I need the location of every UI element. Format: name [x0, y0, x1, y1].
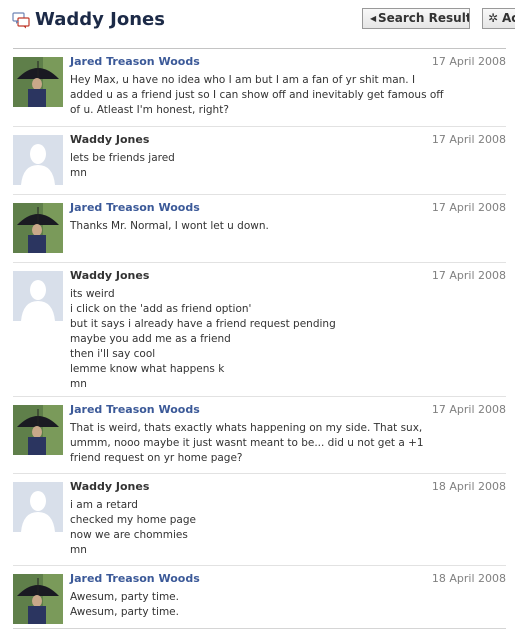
post-text-line: then i'll say cool: [70, 348, 156, 360]
post-text-line: lets be friends jared: [70, 152, 175, 164]
profile-photo-avatar[interactable]: [13, 57, 63, 107]
author-link[interactable]: Jared Treason Woods: [70, 201, 200, 214]
post-text-line: ummm, nooo maybe it just wasnt meant to …: [70, 437, 424, 449]
wall-post: Jared Treason Woods 17 April 2008 Hey Ma…: [13, 49, 506, 127]
post-body: its weird i click on the 'add as friend …: [70, 287, 430, 392]
post-text-line: Awesum, party time.: [70, 606, 179, 618]
post-text-line: That is weird, thats exactly whats happe…: [70, 422, 423, 434]
post-body: Awesum, party time. Awesum, party time.: [70, 590, 430, 620]
post-text-line: mn: [70, 544, 87, 556]
default-silhouette-avatar[interactable]: [13, 135, 63, 185]
author-link[interactable]: Jared Treason Woods: [70, 572, 200, 585]
post-text-line: Awesum, party time.: [70, 591, 179, 603]
post-text-line: mn: [70, 378, 87, 390]
wall-post: Jared Treason Woods 17 April 2008 Thanks…: [13, 195, 506, 263]
author-name: Waddy Jones: [70, 269, 150, 282]
author-name: Waddy Jones: [70, 133, 150, 146]
post-text-line: of u. Atleast I'm honest, right?: [70, 104, 229, 116]
post-text-line: Thanks Mr. Normal, I wont let u down.: [70, 220, 269, 232]
post-text-line: mn: [70, 167, 87, 179]
wall-to-wall-icon: [12, 12, 30, 29]
wall-post: Jared Treason Woods 18 April 2008 Awesum…: [13, 566, 506, 629]
post-text-line: friend request on yr home page?: [70, 452, 243, 464]
page-title: Waddy Jones: [35, 9, 165, 30]
wall-feed: Jared Treason Woods 17 April 2008 Hey Ma…: [13, 48, 506, 629]
actions-label: Actions: [502, 11, 515, 25]
post-text-line: i am a retard: [70, 499, 138, 511]
profile-photo-avatar[interactable]: [13, 574, 63, 624]
gear-icon: ✲: [488, 11, 499, 25]
wall-post: Waddy Jones 17 April 2008 lets be friend…: [13, 127, 506, 195]
post-body: Hey Max, u have no idea who I am but I a…: [70, 73, 444, 118]
search-results-label: Search Results: [378, 11, 470, 25]
post-date: 17 April 2008: [431, 133, 506, 146]
wall-post: Waddy Jones 18 April 2008 i am a retard …: [13, 474, 506, 566]
author-link[interactable]: Jared Treason Woods: [70, 55, 200, 68]
default-silhouette-avatar[interactable]: [13, 482, 63, 532]
wall-post: Waddy Jones 17 April 2008 its weird i cl…: [13, 263, 506, 397]
post-date: 18 April 2008: [431, 572, 506, 585]
post-date: 17 April 2008: [431, 55, 506, 68]
author-link[interactable]: Jared Treason Woods: [70, 403, 200, 416]
post-text-line: lemme know what happens k: [70, 363, 225, 375]
author-name: Waddy Jones: [70, 480, 150, 493]
post-text-line: added u as a friend just so I can show o…: [70, 89, 444, 101]
post-date: 18 April 2008: [431, 480, 506, 493]
back-arrow-icon: ◀: [370, 14, 377, 23]
feed-bottom-divider: [13, 628, 506, 629]
post-text-line: checked my home page: [70, 514, 196, 526]
post-text-line: Hey Max, u have no idea who I am but I a…: [70, 74, 416, 86]
actions-button[interactable]: ✲ Actions: [482, 8, 515, 29]
post-date: 17 April 2008: [431, 201, 506, 214]
profile-photo-avatar[interactable]: [13, 203, 63, 253]
post-body: lets be friends jared mn: [70, 151, 430, 181]
post-body: i am a retard checked my home page now w…: [70, 498, 430, 558]
profile-photo-avatar[interactable]: [13, 405, 63, 455]
default-silhouette-avatar[interactable]: [13, 271, 63, 321]
post-body: Thanks Mr. Normal, I wont let u down.: [70, 219, 430, 234]
post-text-line: i click on the 'add as friend option': [70, 303, 252, 315]
post-text-line: but it says i already have a friend requ…: [70, 318, 336, 330]
wall-post: Jared Treason Woods 17 April 2008 That i…: [13, 397, 506, 474]
post-text-line: now we are chommies: [70, 529, 188, 541]
search-results-button[interactable]: ◀ Search Results: [362, 8, 470, 29]
post-date: 17 April 2008: [431, 403, 506, 416]
post-date: 17 April 2008: [431, 269, 506, 282]
post-body: That is weird, thats exactly whats happe…: [70, 421, 430, 466]
post-text-line: its weird: [70, 288, 115, 300]
post-text-line: maybe you add me as a friend: [70, 333, 231, 345]
page-header: Waddy Jones ◀ Search Results ✲ Actions: [0, 0, 515, 40]
